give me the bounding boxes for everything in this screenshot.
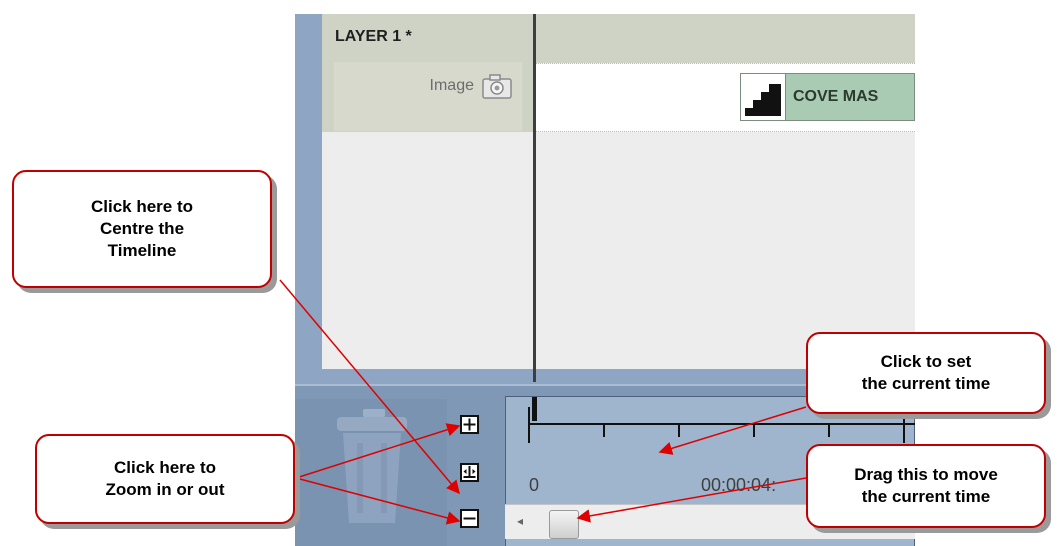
clip-thumbnail [741, 74, 786, 120]
track-divider [533, 14, 536, 382]
callout-centre-timeline: Click here to Centre the Timeline [12, 170, 272, 288]
playhead-marker[interactable] [532, 397, 537, 421]
zoom-in-button[interactable] [460, 415, 479, 434]
ruler-major-tick [528, 407, 530, 443]
track-area: LAYER 1 * Image COVE MAS [322, 14, 915, 369]
media-clip[interactable]: COVE MAS [740, 73, 915, 121]
current-time-slider-thumb[interactable] [549, 510, 579, 539]
clip-track: COVE MAS [534, 63, 915, 132]
ruler-time-label: 00:00:04: [701, 475, 777, 495]
scroll-left-icon[interactable]: ◂ [517, 514, 523, 528]
zoom-out-button[interactable] [460, 509, 479, 528]
callout-zoom: Click here to Zoom in or out [35, 434, 295, 524]
camera-icon[interactable] [482, 73, 512, 99]
ruler-baseline [528, 423, 915, 425]
clip-label: COVE MAS [793, 88, 879, 105]
ruler-minor-tick [828, 423, 830, 437]
layer-header: LAYER 1 * Image COVE MAS [322, 14, 915, 132]
zoom-in-icon [463, 418, 476, 431]
zoom-out-icon [463, 517, 476, 520]
centre-timeline-icon [463, 466, 476, 478]
trash-icon[interactable] [325, 399, 415, 529]
callout-drag-time: Drag this to move the current time [806, 444, 1046, 528]
ruler-minor-tick [678, 423, 680, 437]
image-row-label: Image [429, 77, 474, 94]
trash-panel [295, 399, 447, 546]
ruler-minor-tick [603, 423, 605, 437]
layer-title: LAYER 1 * [335, 28, 412, 45]
ruler-minor-tick [753, 423, 755, 437]
callout-set-time: Click to set the current time [806, 332, 1046, 414]
ruler-start-label: 0 [529, 475, 540, 495]
centre-timeline-button[interactable] [460, 463, 479, 482]
layer-row-label-cell[interactable]: Image [334, 62, 522, 131]
